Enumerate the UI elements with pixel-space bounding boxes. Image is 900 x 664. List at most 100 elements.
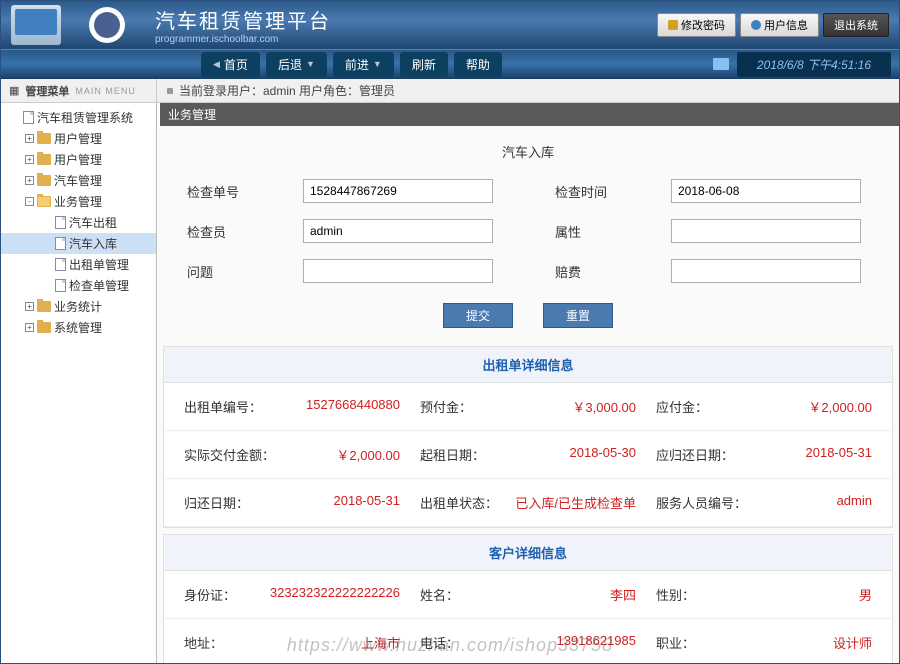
plus-icon[interactable]: + [25,134,34,143]
tree-root[interactable]: 汽车租赁管理系统 [1,107,156,128]
sidebar: 汽车租赁管理系统 + 用户管理 + 用户管理 + 汽车管理 -业务管理汽车出租汽车入库出租单… [1,103,157,663]
sidebar-subitem[interactable]: 检查单管理 [1,275,156,296]
customer-detail-header: 客户详细信息 [164,535,892,571]
detail-label: 出租单编号： [184,397,262,416]
sidebar-item[interactable]: + 汽车管理 [1,170,156,191]
detail-label: 电话： [420,633,459,652]
detail-value: ￥2,000.00 [336,445,400,464]
plus-icon[interactable]: + [25,155,34,164]
sidebar-item[interactable]: + 用户管理 [1,128,156,149]
sidebar-item-label: 系统管理 [54,319,102,336]
folder-icon [37,322,51,333]
detail-value: 323232322222222226 [270,585,400,604]
sidebar-item-label: 汽车管理 [54,172,102,189]
detail-label: 地址： [184,633,223,652]
detail-label: 预付金： [420,397,472,416]
sidebar-item[interactable]: + 系统管理 [1,317,156,338]
change-password-button[interactable]: 修改密码 [657,13,736,37]
key-icon [668,20,678,30]
detail-row: 实际交付金额： ￥2,000.00 起租日期： 2018-05-30 应归还日期： 201… [164,431,892,479]
sidebar-item-label: 用户管理 [54,151,102,168]
page-icon [55,258,66,271]
rental-detail-header: 出租单详细信息 [164,347,892,383]
logout-button[interactable]: 退出系统 [823,13,889,37]
sidebar-item[interactable]: -业务管理 [1,191,156,212]
detail-label: 归还日期： [184,493,249,512]
sidebar-subitem[interactable]: 汽车出租 [1,212,156,233]
content-header: 业务管理 [157,103,899,126]
sidebar-item-label: 用户管理 [54,130,102,147]
toolbar: ◀首页 后退▼ 前进▼ 刷新 帮助 2018/6/8 下午4:51:16 [1,49,899,79]
detail-label: 应付金： [656,397,708,416]
compensation-label: 赔费 [555,262,655,281]
detail-value: ￥2,000.00 [808,397,872,416]
detail-label: 起租日期： [420,445,485,464]
attribute-input[interactable] [671,219,861,243]
detail-row: 归还日期：2018-05-31出租单状态：已入库/已生成检查单服务人员编号：ad… [164,479,892,527]
monitor-icon [11,5,61,45]
detail-label: 出租单状态： [420,493,498,512]
sidebar-item-label: 检查单管理 [69,277,129,294]
detail-label: 身份证： [184,585,236,604]
help-button[interactable]: 帮助 [454,52,502,77]
inspector-input[interactable] [303,219,493,243]
sidebar-item-label: 出租单管理 [69,256,129,273]
check-no-input[interactable] [303,179,493,203]
detail-label: 职业： [656,633,695,652]
menu-label: 管理菜单 [25,83,69,99]
dot-icon [167,88,173,94]
detail-value: 已入库/已生成检查单 [515,493,636,512]
detail-label: 服务人员编号： [656,493,747,512]
submit-button[interactable]: 提交 [443,303,513,328]
monitor-small-icon [713,58,729,70]
sidebar-subitem[interactable]: 出租单管理 [1,254,156,275]
detail-value: 2018-05-31 [806,445,873,464]
sidebar-item[interactable]: + 用户管理 [1,149,156,170]
detail-label: 应归还日期： [656,445,734,464]
detail-value: 设计师 [833,633,872,652]
detail-value: ￥3,000.00 [572,397,636,416]
compensation-input[interactable] [671,259,861,283]
plus-icon[interactable]: + [25,176,34,185]
detail-row: 身份证：323232322222222226姓名：李四性别：男 [164,571,892,619]
page-icon [55,216,66,229]
detail-label: 姓名： [420,585,459,604]
folder-icon [37,133,51,144]
folder-icon [37,175,51,186]
detail-value: admin [837,493,872,512]
attribute-label: 属性 [555,222,655,241]
folder-icon [37,196,51,207]
reset-button[interactable]: 重置 [543,303,613,328]
form-title: 汽车入库 [187,136,869,171]
page-icon [23,111,34,124]
user-info-button[interactable]: 用户信息 [740,13,819,37]
forward-button[interactable]: 前进▼ [333,52,394,77]
user-icon [751,20,761,30]
check-time-input[interactable] [671,179,861,203]
refresh-button[interactable]: 刷新 [400,52,448,77]
detail-value: 男 [859,585,872,604]
clock-display: 2018/6/8 下午4:51:16 [737,52,891,77]
back-button[interactable]: 后退▼ [266,52,327,77]
problem-label: 问题 [187,262,287,281]
avatar [89,7,125,43]
login-info: 当前登录用户：admin 用户角色：管理员 [179,82,395,99]
minus-icon[interactable]: - [25,197,34,206]
detail-value: 2018-05-30 [570,445,637,464]
app-subtitle: programmer.ischoolbar.com [155,34,331,45]
detail-label: 实际交付金额： [184,445,275,464]
plus-icon[interactable]: + [25,302,34,311]
info-bar: ▦ 管理菜单 MAIN MENU 当前登录用户：admin 用户角色：管理员 [1,79,899,103]
problem-input[interactable] [303,259,493,283]
sidebar-item[interactable]: + 业务统计 [1,296,156,317]
home-button[interactable]: ◀首页 [201,52,260,77]
folder-icon [37,154,51,165]
page-icon [55,279,66,292]
sidebar-item-label: 汽车出租 [69,214,117,231]
sidebar-subitem[interactable]: 汽车入库 [1,233,156,254]
check-no-label: 检查单号 [187,182,287,201]
doc-icon: ▦ [9,84,19,97]
plus-icon[interactable]: + [25,323,34,332]
page-icon [55,237,66,250]
sidebar-item-label: 业务统计 [54,298,102,315]
